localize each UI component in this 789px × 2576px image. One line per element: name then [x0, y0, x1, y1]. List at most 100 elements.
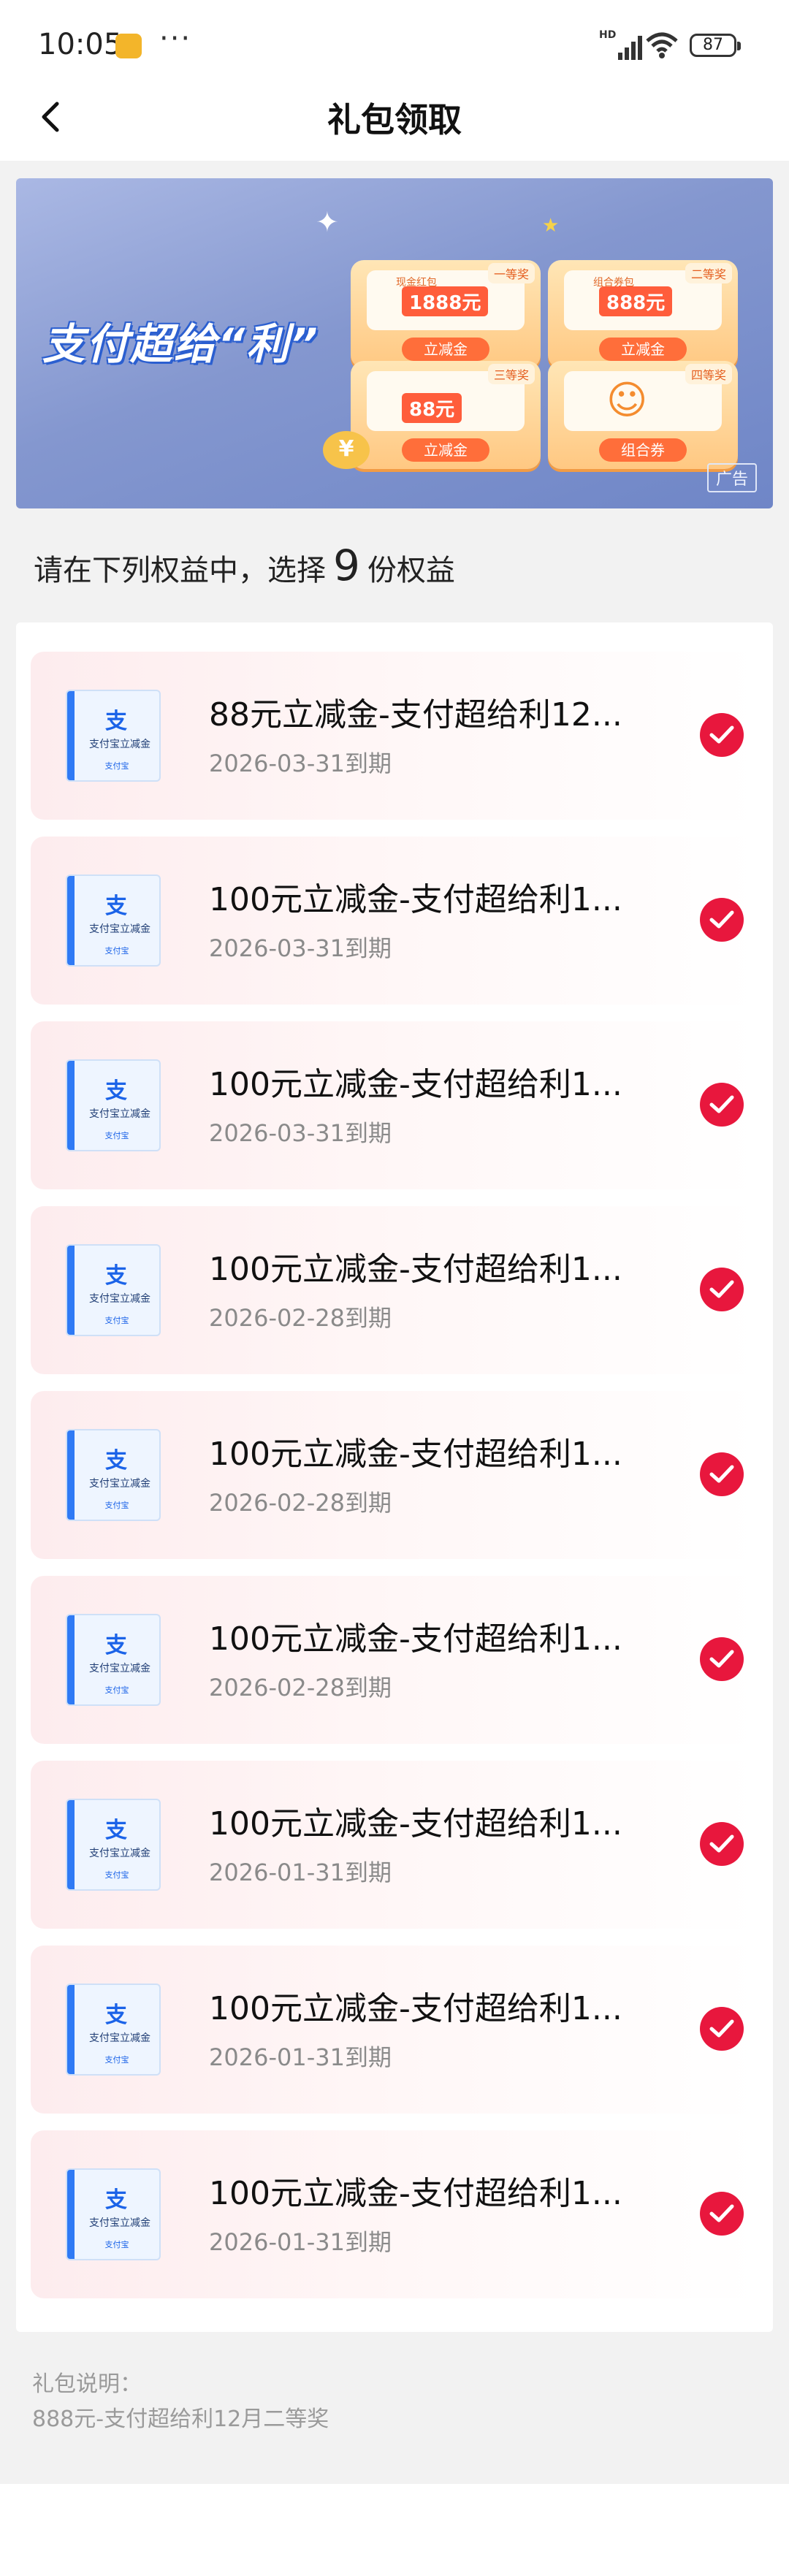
selected-check-icon[interactable] [700, 1268, 744, 1311]
star-icon: ★ [542, 215, 560, 237]
promo-banner[interactable]: ✦ ★ 支付超给“利” 一等奖 现金红包 1888元 立减金 二等奖 组合券包 … [16, 178, 773, 508]
benefit-expiry: 2026-01-31到期 [209, 1859, 392, 1886]
coupon-thumbnail: 支支付宝立减金 支付宝 [66, 874, 161, 967]
prize-card-third: 三等奖 88元 立减金 [351, 361, 541, 469]
thumbnail-brand: 支付宝 [104, 1870, 129, 1880]
notification-icon [115, 34, 142, 58]
thumbnail-label: 支付宝立减金 [89, 1478, 150, 1490]
benefit-name: 100元立减金-支付超给利1... [209, 1805, 622, 1843]
page-title: 礼包领取 [327, 100, 462, 140]
thumbnail-brand: 支付宝 [104, 1685, 129, 1695]
thumbnail-brand: 支付宝 [104, 2240, 129, 2249]
benefit-item[interactable]: 支支付宝立减金 支付宝 100元立减金-支付超给利1... 2026-03-31到期 [31, 1021, 758, 1189]
coupon-thumbnail: 支支付宝立减金 支付宝 [66, 1799, 161, 1891]
more-notifications-icon: ··· [159, 22, 192, 56]
selected-check-icon[interactable] [700, 2192, 744, 2236]
benefit-expiry: 2026-03-31到期 [209, 1119, 392, 1147]
alipay-icon: 支 [105, 1818, 127, 1843]
selected-check-icon[interactable] [700, 1083, 744, 1127]
benefit-item[interactable]: 支支付宝立减金 支付宝 100元立减金-支付超给利1... 2026-02-28到期 [31, 1206, 758, 1374]
prize-button: 立减金 [599, 338, 687, 361]
coupon-thumbnail: 支支付宝立减金 支付宝 [66, 1244, 161, 1336]
benefit-name: 100元立减金-支付超给利1... [209, 881, 622, 918]
selection-count: 9 [333, 541, 360, 590]
alipay-icon: 支 [105, 1633, 127, 1658]
benefit-expiry: 2026-03-31到期 [209, 934, 392, 962]
benefit-name: 100元立减金-支付超给利1... [209, 1990, 622, 2027]
bottom-area [0, 2484, 789, 2576]
prize-tag: 一等奖 [487, 263, 535, 283]
selected-check-icon[interactable] [700, 2007, 744, 2051]
thumbnail-label: 支付宝立减金 [89, 2217, 150, 2229]
thumbnail-brand: 支付宝 [104, 1501, 129, 1510]
benefit-expiry: 2026-02-28到期 [209, 1674, 392, 1702]
alipay-icon: 支 [105, 2003, 127, 2028]
coupon-thumbnail: 支支付宝立减金 支付宝 [66, 690, 161, 782]
description-text: 888元-支付超给利12月二等奖 [32, 2407, 329, 2432]
coupon-thumbnail: 支支付宝立减金 支付宝 [66, 1614, 161, 1706]
alipay-icon: 支 [105, 1078, 127, 1104]
alipay-icon: 支 [105, 893, 127, 919]
thumbnail-label: 支付宝立减金 [89, 2032, 150, 2044]
banner-brand: 支付超给“利” [42, 319, 319, 369]
gift-description: 礼包说明： 888元-支付超给利12月二等奖 [32, 2367, 329, 2437]
selected-check-icon[interactable] [700, 898, 744, 942]
selected-check-icon[interactable] [700, 1452, 744, 1496]
benefit-item[interactable]: 支支付宝立减金 支付宝 100元立减金-支付超给利1... 2026-02-28到期 [31, 1391, 758, 1559]
selected-check-icon[interactable] [700, 1637, 744, 1681]
benefit-expiry: 2026-01-31到期 [209, 2228, 392, 2256]
wifi-icon [646, 32, 678, 58]
signal-icon [618, 36, 642, 60]
coin-icon: ¥ [323, 431, 370, 469]
benefit-item[interactable]: 支支付宝立减金 支付宝 100元立减金-支付超给利1... 2026-01-31到期 [31, 1946, 758, 2114]
benefit-item[interactable]: 支支付宝立减金 支付宝 88元立减金-支付超给利12... 2026-03-31到期 [31, 652, 758, 820]
prize-button: 立减金 [402, 338, 489, 361]
benefit-expiry: 2026-02-28到期 [209, 1304, 392, 1332]
benefit-expiry: 2026-02-28到期 [209, 1489, 392, 1517]
benefit-item[interactable]: 支支付宝立减金 支付宝 100元立减金-支付超给利1... 2026-02-28到期 [31, 1576, 758, 1744]
coupon-thumbnail: 支支付宝立减金 支付宝 [66, 1059, 161, 1151]
thumbnail-brand: 支付宝 [104, 1316, 129, 1325]
benefit-expiry: 2026-01-31到期 [209, 2043, 392, 2071]
selected-check-icon[interactable] [700, 1822, 744, 1866]
thumbnail-label: 支付宝立减金 [89, 1663, 150, 1674]
benefit-item[interactable]: 支支付宝立减金 支付宝 100元立减金-支付超给利1... 2026-01-31到期 [31, 1761, 758, 1929]
prize-card-second: 二等奖 组合券包 888元 立减金 [548, 260, 738, 368]
benefit-name: 100元立减金-支付超给利1... [209, 1620, 622, 1658]
thumbnail-label: 支付宝立减金 [89, 739, 150, 750]
selection-instruction: 请在下列权益中，选择 9 份权益 [34, 541, 455, 590]
thumbnail-label: 支付宝立减金 [89, 1108, 150, 1120]
benefit-expiry: 2026-03-31到期 [209, 750, 392, 777]
benefit-name: 100元立减金-支付超给利1... [209, 1436, 622, 1473]
prize-button: 组合券 [599, 438, 687, 462]
coupon-thumbnail: 支支付宝立减金 支付宝 [66, 1429, 161, 1521]
sparkle-icon: ✦ [316, 206, 339, 238]
alipay-icon: 支 [105, 1263, 127, 1289]
prize-card-first: 一等奖 现金红包 1888元 立减金 [351, 260, 541, 368]
thumbnail-label: 支付宝立减金 [89, 923, 150, 935]
coupon-thumbnail: 支支付宝立减金 支付宝 [66, 1984, 161, 2076]
benefit-name: 100元立减金-支付超给利1... [209, 1251, 622, 1288]
benefit-item[interactable]: 支支付宝立减金 支付宝 100元立减金-支付超给利1... 2026-01-31到期 [31, 2130, 758, 2298]
description-label: 礼包说明： [32, 2371, 142, 2397]
prize-amount: 88元 [402, 393, 462, 423]
prize-amount: 888元 [599, 286, 673, 316]
benefit-item[interactable]: 支支付宝立减金 支付宝 100元立减金-支付超给利1... 2026-03-31到期 [31, 837, 758, 1005]
thumbnail-label: 支付宝立减金 [89, 1848, 150, 1859]
mascot-icon: ☺ [606, 377, 648, 423]
prize-button: 立减金 [402, 438, 489, 462]
prize-tag: 四等奖 [685, 364, 732, 384]
thumbnail-brand: 支付宝 [104, 761, 129, 771]
thumbnail-brand: 支付宝 [104, 1131, 129, 1140]
prize-card-fourth: 四等奖 ☺ 组合券 [548, 361, 738, 469]
benefit-name: 88元立减金-支付超给利12... [209, 696, 622, 733]
prize-amount: 1888元 [402, 286, 489, 316]
alipay-icon: 支 [105, 2187, 127, 2213]
benefit-list: 支支付宝立减金 支付宝 88元立减金-支付超给利12... 2026-03-31到期支… [16, 622, 773, 2332]
alipay-icon: 支 [105, 709, 127, 734]
ad-label: 广告 [706, 463, 757, 492]
benefit-name: 100元立减金-支付超给利1... [209, 2175, 622, 2212]
instruction-suffix: 份权益 [367, 554, 455, 587]
selected-check-icon[interactable] [700, 713, 744, 757]
thumbnail-label: 支付宝立减金 [89, 1293, 150, 1305]
